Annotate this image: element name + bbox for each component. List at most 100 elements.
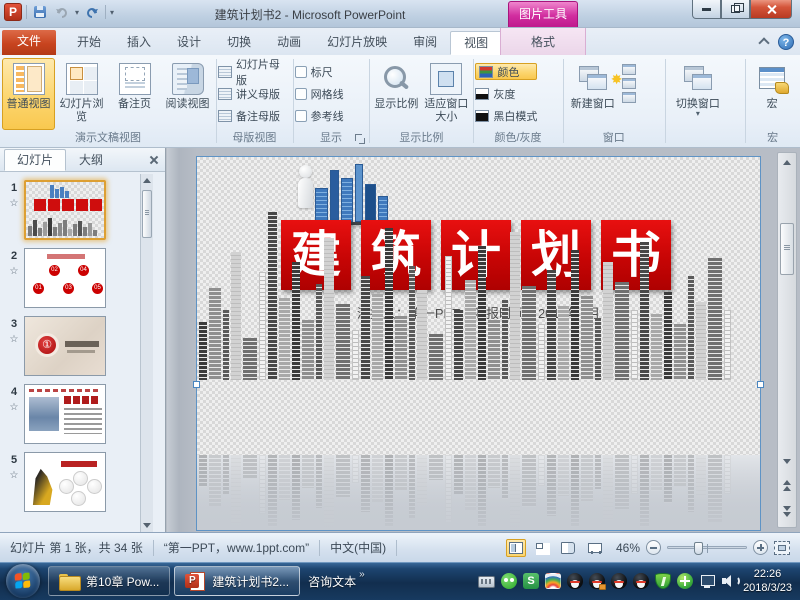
arrange-all-icon[interactable] (622, 64, 636, 75)
s-app-icon[interactable]: S (523, 573, 539, 589)
slide-scrollbar[interactable] (777, 152, 797, 528)
undo-dropdown-icon[interactable]: ▾ (75, 8, 79, 17)
zoom-percentage[interactable]: 46% (610, 541, 640, 555)
slideshow-button[interactable] (584, 539, 604, 557)
tab-幻灯片放映[interactable]: 幻灯片放映 (314, 31, 400, 55)
security-shield-icon[interactable] (655, 573, 671, 589)
normal-view-button[interactable]: 普通视图 (2, 58, 55, 130)
slide-thumbnail-4[interactable] (24, 384, 106, 444)
scroll-down-icon[interactable] (141, 519, 153, 532)
tab-outline[interactable]: 大纲 (66, 149, 116, 171)
close-button[interactable] (750, 0, 792, 19)
close-pane-icon[interactable] (147, 153, 161, 167)
selection-handle-right[interactable] (757, 381, 764, 388)
customize-qat-icon[interactable]: ▾ (110, 8, 114, 17)
rainbow-app-icon[interactable] (545, 573, 561, 589)
color-button[interactable]: 颜色 (475, 63, 537, 80)
pane-splitter[interactable] (167, 148, 197, 532)
reflection-fade (197, 455, 760, 530)
language-indicator[interactable]: 中文(中国) (320, 539, 396, 556)
slide-canvas[interactable]: 建 筑 计 划 书 汇报人：第一PPT 汇报时间：2019年1月 (197, 157, 760, 530)
pane-scrollbar[interactable] (140, 174, 153, 532)
dialog-launcher-icon[interactable] (355, 134, 365, 144)
network-icon[interactable] (699, 573, 715, 589)
macros-button[interactable]: 宏 (747, 58, 797, 130)
start-button[interactable] (6, 564, 40, 598)
antivirus-globe-icon[interactable] (677, 573, 693, 589)
zoom-out-button[interactable] (646, 540, 661, 555)
handout-master-button[interactable]: 讲义母版 (218, 85, 291, 102)
slide-sorter-button[interactable]: 幻灯片浏览 (55, 58, 108, 130)
scroll-down-icon[interactable] (779, 453, 795, 469)
switch-windows-icon (682, 63, 714, 95)
gridlines-checkbox[interactable]: 网格线 (295, 85, 344, 102)
qq-icon[interactable] (567, 573, 583, 589)
reading-view-button[interactable]: 阅读视图 (161, 58, 214, 130)
qq-icon[interactable] (633, 573, 649, 589)
slide-thumbnail-2[interactable]: 0102030405 (24, 248, 106, 308)
new-window-button[interactable]: ✸ 新建窗口 (565, 58, 621, 130)
restore-button[interactable] (721, 0, 750, 19)
zoom-slider-thumb[interactable] (694, 542, 703, 555)
redo-button[interactable] (83, 4, 101, 20)
fit-to-window-button[interactable]: 适应窗口大小 (421, 58, 471, 130)
tab-视图[interactable]: 视图 (450, 31, 502, 55)
wechat-icon[interactable] (501, 573, 517, 589)
scrollbar-thumb[interactable] (780, 223, 794, 275)
zoom-slider[interactable] (667, 546, 747, 549)
normal-view-button[interactable] (506, 539, 526, 557)
thumbnail-list: 1 ☆ 2 ☆ 0102030405 3 ☆ (0, 174, 140, 532)
move-split-icon[interactable] (622, 92, 636, 103)
grayscale-button[interactable]: 灰度 (475, 85, 537, 102)
collapse-ribbon-icon[interactable] (758, 38, 770, 46)
selection-handle-left[interactable] (193, 381, 200, 388)
guides-checkbox[interactable]: 参考线 (295, 107, 344, 124)
notes-master-button[interactable]: 备注母版 (218, 107, 291, 124)
minimize-button[interactable] (692, 0, 721, 19)
tab-切换[interactable]: 切换 (214, 31, 264, 55)
taskbar-clock[interactable]: 22:26 2018/3/23 (743, 567, 792, 595)
taskbar-item-powerpoint[interactable]: 建筑计划书2... (174, 566, 300, 596)
slide-thumbnail-3[interactable]: ① (24, 316, 106, 376)
switch-windows-button[interactable]: 切换窗口 ▾ (667, 58, 729, 130)
reading-view-button[interactable] (558, 539, 578, 557)
zoom-button[interactable]: 显示比例 (371, 58, 421, 130)
qq-icon[interactable] (611, 573, 627, 589)
tab-审阅[interactable]: 审阅 (400, 31, 450, 55)
scroll-up-icon[interactable] (141, 174, 153, 187)
black-white-button[interactable]: 黑白模式 (475, 107, 537, 124)
save-button[interactable] (31, 4, 49, 20)
tab-设计[interactable]: 设计 (164, 31, 214, 55)
tab-插入[interactable]: 插入 (114, 31, 164, 55)
notes-page-button[interactable]: 备注页 (108, 58, 161, 130)
next-slide-button[interactable] (779, 503, 795, 519)
volume-icon[interactable] (721, 573, 737, 589)
slide-thumbnail-1[interactable] (24, 180, 106, 240)
qq-briefcase-icon[interactable] (589, 573, 605, 589)
zoom-in-button[interactable] (753, 540, 768, 555)
powerpoint-app-icon[interactable]: P (4, 3, 22, 21)
notes-master-icon (218, 110, 232, 122)
previous-slide-button[interactable] (779, 477, 795, 493)
input-method-icon[interactable] (478, 576, 495, 588)
tab-开始[interactable]: 开始 (64, 31, 114, 55)
tab-slides[interactable]: 幻灯片 (4, 149, 66, 171)
toolbar-expand-icon[interactable]: » (359, 569, 365, 580)
taskbar-item-folder[interactable]: 第10章 Pow... (48, 566, 170, 596)
tab-format[interactable]: 格式 (518, 31, 568, 55)
slide-thumbnail-5[interactable] (24, 452, 106, 512)
black-white-icon (475, 110, 489, 122)
undo-button[interactable] (53, 4, 71, 20)
scrollbar-thumb[interactable] (142, 190, 152, 238)
fit-slide-to-window-button[interactable] (774, 541, 790, 555)
ruler-checkbox[interactable]: 标尺 (295, 63, 344, 80)
help-icon[interactable]: ? (778, 34, 794, 50)
tab-file[interactable]: 文件 (2, 30, 56, 55)
slide-sorter-view-button[interactable] (532, 539, 552, 557)
group-color-grayscale: 颜色 灰度 黑白模式 颜色/灰度 (473, 55, 562, 147)
desktop-toolbar[interactable]: 咨询文本 » (308, 573, 365, 590)
cascade-icon[interactable] (622, 78, 636, 89)
tab-动画[interactable]: 动画 (264, 31, 314, 55)
slide-master-button[interactable]: 幻灯片母版 (218, 63, 291, 80)
scroll-up-icon[interactable] (779, 154, 795, 170)
